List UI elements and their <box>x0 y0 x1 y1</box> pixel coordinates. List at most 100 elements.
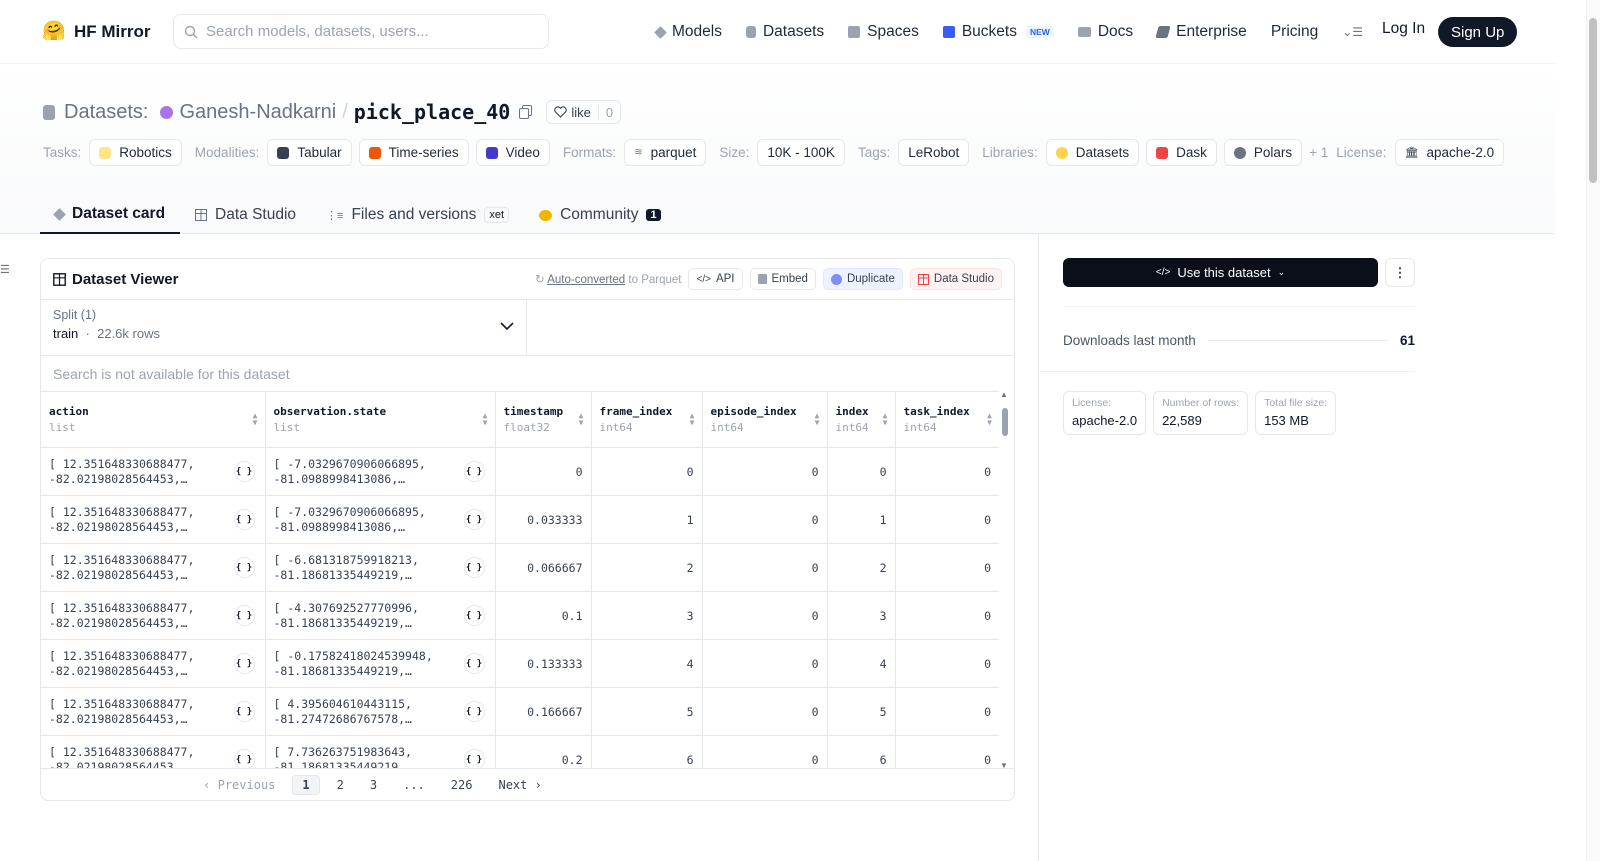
tag-parquet[interactable]: ≋ parquet <box>624 139 707 166</box>
cell-frame-index[interactable]: 5 <box>590 687 702 736</box>
cell-action[interactable]: [ 12.351648330688477, -82.02198028564453,… <box>41 591 265 640</box>
cell-observation-state[interactable]: [ -7.0329670906066895, -81.0988998413086,… <box>264 495 495 544</box>
cell-frame-index[interactable]: 2 <box>590 543 702 592</box>
cell-frame-index[interactable]: 4 <box>590 639 702 688</box>
tag-time-series[interactable]: Time-series <box>358 139 469 166</box>
cell-task-index[interactable]: 0 <box>894 447 999 496</box>
col-header-episode-index[interactable]: episode_index int64 ▲ ▼ <box>701 391 827 448</box>
sort-icon[interactable]: ▲ ▼ <box>815 412 820 427</box>
logo[interactable]: 🤗 HF Mirror <box>42 20 151 44</box>
pager-page-last[interactable]: 226 <box>442 776 482 794</box>
cell-action[interactable]: [ 12.351648330688477, -82.02198028564453,… <box>41 735 265 768</box>
nav-more[interactable]: ⌄☰ <box>1342 20 1363 44</box>
cell-index[interactable]: 4 <box>826 639 895 688</box>
cell-frame-index[interactable]: 1 <box>590 495 702 544</box>
nav-datasets[interactable]: Datasets <box>745 20 824 44</box>
cell-observation-state[interactable]: [ 7.736263751983643, -81.18681335449219,…… <box>264 735 495 768</box>
pager-page-1[interactable]: 1 <box>292 774 320 795</box>
cell-action[interactable]: [ 12.351648330688477, -82.02198028564453,… <box>41 639 265 688</box>
auto-converted-link[interactable]: Auto-converted <box>547 274 625 286</box>
data-studio-button[interactable]: Data Studio <box>909 268 1002 290</box>
sort-icon[interactable]: ▲ ▼ <box>987 412 992 427</box>
cell-timestamp[interactable]: 0.133333 <box>494 639 591 688</box>
cell-task-index[interactable]: 0 <box>894 735 999 768</box>
cell-episode-index[interactable]: 0 <box>701 495 827 544</box>
cell-timestamp[interactable]: 0.1 <box>494 591 591 640</box>
col-header-task-index[interactable]: task_index int64 ▲ ▼ <box>894 391 999 448</box>
duplicate-button[interactable]: Duplicate <box>822 268 903 290</box>
dataset-name[interactable]: pick_place_40 <box>354 100 511 124</box>
cell-action[interactable]: [ 12.351648330688477, -82.02198028564453,… <box>41 447 265 496</box>
cell-index[interactable]: 5 <box>826 687 895 736</box>
expand-json-icon[interactable]: { } <box>233 605 255 626</box>
cell-index[interactable]: 2 <box>826 543 895 592</box>
cell-episode-index[interactable]: 0 <box>701 591 827 640</box>
page-scrollbar[interactable] <box>1586 0 1600 861</box>
nav-buckets[interactable]: Buckets NEW <box>942 20 1054 44</box>
split-selector[interactable]: Split (1) train · 22.6k rows <box>41 300 527 355</box>
expand-json-icon[interactable]: { } <box>233 461 255 482</box>
cell-episode-index[interactable]: 0 <box>701 639 827 688</box>
cell-task-index[interactable]: 0 <box>894 639 999 688</box>
pager-page-2[interactable]: 2 <box>328 776 353 794</box>
cell-timestamp[interactable]: 0.066667 <box>494 543 591 592</box>
use-dataset-button[interactable]: </> Use this dataset ⌄ <box>1063 258 1378 287</box>
nav-docs[interactable]: Docs <box>1077 20 1133 44</box>
col-header-observation-state[interactable]: observation.state list ▲ ▼ <box>264 391 495 448</box>
cell-timestamp[interactable]: 0.033333 <box>494 495 591 544</box>
cell-timestamp[interactable]: 0.2 <box>494 735 591 768</box>
api-button[interactable]: </> API <box>688 268 743 290</box>
expand-json-icon[interactable]: { } <box>463 605 485 626</box>
sort-icon[interactable]: ▲ ▼ <box>253 412 258 427</box>
sidebar-toggle-icon[interactable]: ☰ <box>0 263 10 276</box>
table-row[interactable]: [ 12.351648330688477, -82.02198028564453,… <box>41 735 999 768</box>
cell-episode-index[interactable]: 0 <box>701 735 827 768</box>
tag-lerobot[interactable]: LeRobot <box>898 139 970 166</box>
cell-observation-state[interactable]: [ -7.0329670906066895, -81.0988998413086,… <box>264 447 495 496</box>
chevron-down-icon[interactable] <box>500 322 514 331</box>
login-link[interactable]: Log In <box>1382 20 1425 38</box>
search-input[interactable] <box>206 23 526 40</box>
cell-episode-index[interactable]: 0 <box>701 543 827 592</box>
nav-enterprise[interactable]: Enterprise <box>1155 20 1247 44</box>
embed-button[interactable]: Embed <box>749 268 816 290</box>
tag-license[interactable]: 🏛 apache-2.0 <box>1394 139 1505 166</box>
tag-video[interactable]: Video <box>475 139 550 166</box>
like-button[interactable]: like 0 <box>546 100 622 124</box>
cell-task-index[interactable]: 0 <box>894 495 999 544</box>
tab-data-studio[interactable]: Data Studio <box>180 196 311 234</box>
copy-icon[interactable] <box>519 105 533 119</box>
cell-timestamp[interactable]: 0.166667 <box>494 687 591 736</box>
libraries-more[interactable]: + 1 <box>1309 145 1328 160</box>
cell-observation-state[interactable]: [ -6.681318759918213, -81.18681335449219,… <box>264 543 495 592</box>
cell-index[interactable]: 3 <box>826 591 895 640</box>
datasets-prefix[interactable]: Datasets: <box>64 101 148 124</box>
cell-index[interactable]: 0 <box>826 447 895 496</box>
cell-episode-index[interactable]: 0 <box>701 447 827 496</box>
pager-next[interactable]: Next › <box>489 776 550 794</box>
tab-dataset-card[interactable]: Dataset card <box>40 196 181 234</box>
tag-robotics[interactable]: Robotics <box>89 139 182 166</box>
tag-polars[interactable]: Polars <box>1223 139 1303 166</box>
tag-dask[interactable]: Dask <box>1146 139 1217 166</box>
page-scroll-thumb[interactable] <box>1589 18 1597 183</box>
col-header-action[interactable]: action list ▲ ▼ <box>41 391 265 448</box>
tag-datasets-lib[interactable]: Datasets <box>1045 139 1140 166</box>
expand-json-icon[interactable]: { } <box>233 749 255 768</box>
more-options-button[interactable]: ⋮ <box>1385 258 1415 287</box>
expand-json-icon[interactable]: { } <box>233 701 255 722</box>
expand-json-icon[interactable]: { } <box>463 461 485 482</box>
table-row[interactable]: [ 12.351648330688477, -82.02198028564453,… <box>41 447 999 496</box>
cell-observation-state[interactable]: [ 4.395604610443115, -81.27472686767578,…… <box>264 687 495 736</box>
expand-json-icon[interactable]: { } <box>463 701 485 722</box>
expand-json-icon[interactable]: { } <box>463 557 485 578</box>
tag-tabular[interactable]: Tabular <box>267 139 352 166</box>
expand-json-icon[interactable]: { } <box>463 653 485 674</box>
cell-observation-state[interactable]: [ -4.307692527770996, -81.18681335449219,… <box>264 591 495 640</box>
cell-timestamp[interactable]: 0 <box>494 447 591 496</box>
table-row[interactable]: [ 12.351648330688477, -82.02198028564453,… <box>41 687 999 736</box>
cell-action[interactable]: [ 12.351648330688477, -82.02198028564453,… <box>41 495 265 544</box>
cell-task-index[interactable]: 0 <box>894 591 999 640</box>
signup-button[interactable]: Sign Up <box>1438 17 1518 47</box>
col-header-timestamp[interactable]: timestamp float32 ▲ ▼ <box>494 391 591 448</box>
